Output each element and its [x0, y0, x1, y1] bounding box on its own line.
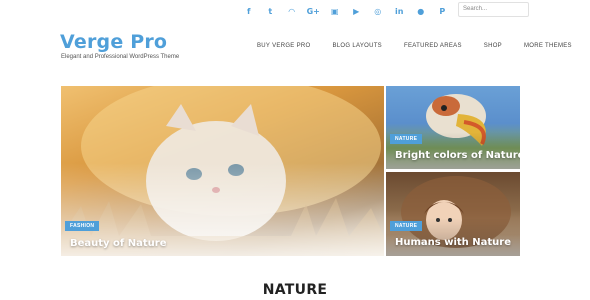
category-badge[interactable]: NATURE	[390, 134, 423, 144]
site-title[interactable]: Verge Pro	[60, 31, 167, 53]
section-heading: NATURE	[262, 282, 328, 298]
nav-item-blog-layouts[interactable]: BLOG LAYOUTS	[332, 43, 382, 49]
featured-post-side-2[interactable]: NATURE Humans with Nature	[386, 172, 520, 256]
post-title[interactable]: Humans with Nature	[395, 237, 511, 248]
main-nav: BUY VERGE PRO BLOG LAYOUTS FEATURED AREA…	[257, 43, 572, 49]
search-input[interactable]: Search...	[458, 2, 529, 17]
reddit-icon[interactable]: ●	[410, 4, 432, 18]
pinterest-icon[interactable]: P	[432, 4, 454, 18]
featured-post-main[interactable]: FASHION Beauty of Nature	[61, 86, 384, 256]
category-badge[interactable]: NATURE	[390, 221, 423, 231]
social-bar: f t ◠ G+ ▣ ▶ ◎ in ● P Search...	[0, 0, 590, 22]
post-title[interactable]: Bright colors of Nature	[395, 150, 520, 161]
nav-item-featured-areas[interactable]: FEATURED AREAS	[404, 43, 462, 49]
dribbble-icon[interactable]: ◎	[367, 4, 389, 18]
linkedin-icon[interactable]: in	[389, 4, 411, 18]
flickr-icon[interactable]: ▣	[324, 4, 346, 18]
youtube-icon[interactable]: ▶	[346, 4, 368, 18]
nav-item-buy-verge-pro[interactable]: BUY VERGE PRO	[257, 43, 310, 49]
social-icons: f t ◠ G+ ▣ ▶ ◎ in ● P	[238, 4, 453, 18]
site-tagline: Elegant and Professional WordPress Theme	[61, 54, 180, 60]
nav-item-shop[interactable]: SHOP	[484, 43, 502, 49]
post-title[interactable]: Beauty of Nature	[70, 238, 166, 249]
rss-icon[interactable]: ◠	[281, 4, 303, 18]
google-plus-icon[interactable]: G+	[303, 4, 325, 18]
category-badge[interactable]: FASHION	[65, 221, 100, 231]
facebook-icon[interactable]: f	[238, 4, 260, 18]
featured-post-side-1[interactable]: NATURE Bright colors of Nature	[386, 86, 520, 169]
twitter-icon[interactable]: t	[260, 4, 282, 18]
featured-posts: FASHION Beauty of Nature NATURE Bright c…	[61, 86, 520, 256]
nav-item-more-themes[interactable]: MORE THEMES	[524, 43, 572, 49]
